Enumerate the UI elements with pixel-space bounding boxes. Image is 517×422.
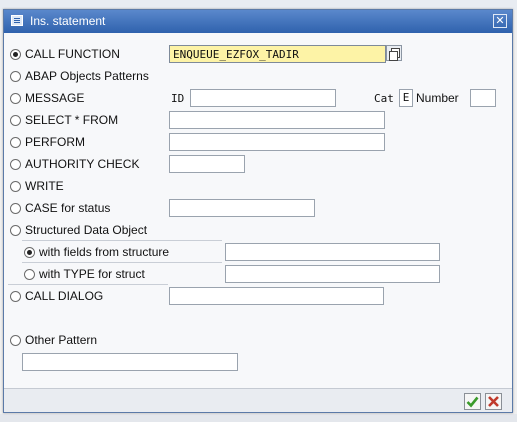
- select-from-input[interactable]: [169, 111, 385, 129]
- dialog-footer: [4, 388, 512, 412]
- case-for-status-radio[interactable]: [10, 203, 21, 214]
- with-fields-label: with fields from structure: [39, 245, 170, 259]
- perform-input[interactable]: [169, 133, 385, 151]
- write-radio[interactable]: [10, 181, 21, 192]
- message-label: MESSAGE: [25, 91, 85, 105]
- select-from-radio[interactable]: [10, 115, 21, 126]
- call-function-input[interactable]: ENQUEUE_EZFOX_TADIR: [169, 45, 386, 63]
- write-label: WRITE: [25, 179, 64, 193]
- with-type-label: with TYPE for struct: [39, 267, 145, 281]
- with-type-input[interactable]: [225, 265, 440, 283]
- cancel-x-icon: [488, 396, 499, 407]
- message-radio[interactable]: [10, 93, 21, 104]
- with-fields-input[interactable]: [225, 243, 440, 261]
- other-pattern-input[interactable]: [22, 353, 238, 371]
- message-cat-label: Cat: [374, 92, 394, 105]
- dialog-title-bar[interactable]: Ins. statement ✕: [4, 10, 512, 33]
- abap-objects-patterns-radio[interactable]: [10, 71, 21, 82]
- structured-data-object-radio[interactable]: [10, 225, 21, 236]
- perform-label: PERFORM: [25, 135, 85, 149]
- message-cat-input[interactable]: E: [399, 89, 413, 107]
- with-fields-radio[interactable]: [24, 247, 35, 258]
- other-pattern-label: Other Pattern: [25, 333, 98, 347]
- case-for-status-input[interactable]: [169, 199, 315, 217]
- call-dialog-input[interactable]: [169, 287, 384, 305]
- abap-objects-patterns-label: ABAP Objects Patterns: [25, 69, 149, 83]
- message-number-label: Number: [416, 91, 459, 105]
- ok-button[interactable]: [464, 393, 481, 410]
- copy-icon[interactable]: [386, 45, 402, 61]
- structured-group-divider: [22, 240, 222, 241]
- call-function-label: CALL FUNCTION: [25, 47, 120, 61]
- message-number-input[interactable]: [470, 89, 496, 107]
- authority-check-label: AUTHORITY CHECK: [25, 157, 140, 171]
- dialog-title: Ins. statement: [30, 14, 106, 28]
- ins-statement-dialog: Ins. statement ✕ CALL FUNCTION ENQUEUE_E…: [3, 9, 513, 413]
- perform-radio[interactable]: [10, 137, 21, 148]
- message-id-label: ID: [171, 92, 185, 105]
- call-dialog-label: CALL DIALOG: [25, 289, 104, 303]
- structured-group-divider-2: [22, 262, 222, 263]
- case-for-status-label: CASE for status: [25, 201, 111, 215]
- cancel-button[interactable]: [485, 393, 502, 410]
- authority-check-input[interactable]: [169, 155, 245, 173]
- message-id-input[interactable]: [190, 89, 336, 107]
- call-dialog-radio[interactable]: [10, 291, 21, 302]
- structured-group-divider-3: [8, 284, 168, 285]
- dialog-body: CALL FUNCTION ENQUEUE_EZFOX_TADIR ABAP O…: [4, 33, 512, 388]
- structured-data-object-label: Structured Data Object: [25, 223, 148, 237]
- authority-check-radio[interactable]: [10, 159, 21, 170]
- select-from-label: SELECT * FROM: [25, 113, 119, 127]
- close-button[interactable]: ✕: [493, 14, 507, 28]
- with-type-radio[interactable]: [24, 269, 35, 280]
- background-window-strip-bottom: [0, 414, 517, 422]
- statement-dialog-icon: [11, 15, 23, 26]
- checkmark-icon: [466, 396, 479, 408]
- call-function-radio[interactable]: [10, 49, 21, 60]
- other-pattern-radio[interactable]: [10, 335, 21, 346]
